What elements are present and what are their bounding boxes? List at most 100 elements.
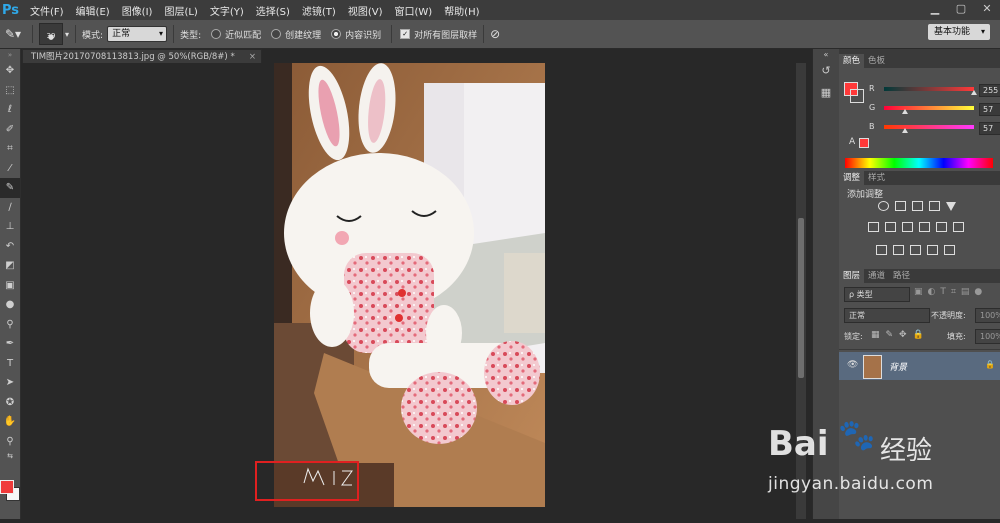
maximize-button[interactable]: ▢	[948, 0, 974, 20]
menu-image[interactable]: 图像(I)	[122, 3, 153, 18]
threshold-icon[interactable]	[910, 245, 921, 255]
menu-view[interactable]: 视图(V)	[348, 3, 383, 18]
b-slider-handle[interactable]	[902, 128, 908, 133]
minimize-button[interactable]: ▁	[922, 0, 948, 20]
photo-filter-icon[interactable]	[919, 222, 930, 232]
brush-tool-icon[interactable]: ∕	[0, 198, 20, 218]
eraser-tool-icon[interactable]: ◩	[0, 256, 20, 276]
toolbar-collapse-icon[interactable]: »	[0, 49, 20, 61]
tab-channels[interactable]: 通道	[864, 269, 889, 283]
channel-mixer-icon[interactable]	[936, 222, 947, 232]
properties-panel-icon[interactable]: ▦	[813, 81, 839, 103]
document-tab[interactable]: TIM图片20170708113813.jpg @ 50%(RGB/8#) * …	[22, 49, 262, 64]
invert-icon[interactable]	[876, 245, 887, 255]
spot-healing-brush-icon[interactable]: ✎▾	[0, 27, 26, 41]
levels-icon[interactable]	[895, 201, 906, 211]
hue-saturation-icon[interactable]	[868, 222, 879, 232]
pen-tool-icon[interactable]: ✒	[0, 334, 20, 354]
b-slider-track[interactable]	[884, 125, 974, 129]
g-value-field[interactable]: 57	[979, 103, 1000, 116]
panel-background-swatch[interactable]	[850, 89, 864, 103]
document-image[interactable]	[274, 63, 545, 507]
layer-filter-select[interactable]: ρ 类型	[844, 287, 910, 302]
b-value-field[interactable]: 57	[979, 122, 1000, 135]
zoom-tool-icon[interactable]: ⚲	[0, 432, 20, 452]
tab-adjustments[interactable]: 调整	[839, 171, 865, 185]
type-tool-icon[interactable]: T	[0, 354, 20, 374]
vibrance-icon[interactable]	[946, 202, 956, 211]
brightness-icon[interactable]	[878, 201, 889, 211]
layer-filter-icons[interactable]: ▣◐T⌗▤●	[914, 287, 987, 297]
menu-type[interactable]: 文字(Y)	[210, 3, 244, 18]
quick-select-tool-icon[interactable]: ✐	[0, 120, 20, 140]
dodge-tool-icon[interactable]: ⚲	[0, 315, 20, 335]
history-panel-icon[interactable]: ↺	[813, 59, 839, 81]
black-white-icon[interactable]	[902, 222, 913, 232]
red-highlight-box	[255, 461, 359, 501]
menu-help[interactable]: 帮助(H)	[444, 3, 479, 18]
blur-tool-icon[interactable]: ●	[0, 295, 20, 315]
fill-field[interactable]: 100%	[975, 329, 1000, 344]
gradient-tool-icon[interactable]: ▣	[0, 276, 20, 296]
g-slider-handle[interactable]	[902, 109, 908, 114]
layer-row[interactable]: 👁 背景 🔒	[839, 352, 1000, 380]
pressure-icon[interactable]: ⊘	[490, 27, 500, 41]
gradient-map-icon[interactable]	[944, 245, 955, 255]
brush-dropdown-arrow-icon[interactable]: ▾	[65, 30, 69, 39]
path-select-tool-icon[interactable]: ➤	[0, 373, 20, 393]
sample-all-layers-checkbox[interactable]: ✓	[400, 29, 411, 39]
menu-layer[interactable]: 图层(L)	[164, 3, 197, 18]
menu-edit[interactable]: 编辑(E)	[76, 3, 110, 18]
foreground-color-swatch[interactable]	[0, 480, 14, 494]
tab-styles[interactable]: 样式	[864, 171, 889, 185]
layer-name[interactable]: 背景	[889, 360, 907, 373]
r-value-field[interactable]: 255	[979, 84, 1000, 97]
exposure-icon[interactable]	[929, 201, 940, 211]
lasso-tool-icon[interactable]: ℓ	[0, 100, 20, 120]
color-balance-icon[interactable]	[885, 222, 896, 232]
spot-healing-tool-icon[interactable]: ✎	[0, 178, 20, 198]
tab-swatches[interactable]: 色板	[864, 54, 889, 68]
posterize-icon[interactable]	[893, 245, 904, 255]
color-lookup-icon[interactable]	[953, 222, 964, 232]
tab-paths[interactable]: 路径	[889, 269, 914, 283]
radio-proximity-match[interactable]	[211, 29, 222, 39]
blend-mode-select[interactable]: 正常	[844, 308, 930, 323]
color-ramp[interactable]	[845, 158, 993, 168]
scrollbar-thumb[interactable]	[798, 218, 804, 378]
g-slider-track[interactable]	[884, 106, 974, 110]
menu-file[interactable]: 文件(F)	[30, 3, 64, 18]
app-logo: Ps	[2, 2, 20, 18]
r-slider-track[interactable]	[884, 87, 974, 91]
swap-colors-icon[interactable]: ⇆	[0, 451, 20, 461]
menu-filter[interactable]: 滤镜(T)	[302, 3, 336, 18]
menu-select[interactable]: 选择(S)	[256, 3, 290, 18]
radio-content-aware[interactable]	[331, 29, 342, 39]
eyedropper-tool-icon[interactable]: ⁄	[0, 159, 20, 179]
crop-tool-icon[interactable]: ⌗	[0, 139, 20, 159]
opacity-field[interactable]: 100%	[975, 308, 1000, 323]
curves-icon[interactable]	[912, 201, 923, 211]
close-document-icon[interactable]: ×	[249, 50, 256, 64]
gamut-warning-swatch[interactable]	[859, 138, 869, 148]
mode-select[interactable]: 正常	[107, 26, 168, 42]
marquee-tool-icon[interactable]: ⬚	[0, 81, 20, 101]
radio-create-texture[interactable]	[271, 29, 282, 39]
r-slider-handle[interactable]	[971, 90, 977, 95]
menu-window[interactable]: 窗口(W)	[394, 3, 432, 18]
close-window-button[interactable]: ✕	[974, 0, 1000, 20]
lock-icons[interactable]: ▦✎✥🔒	[871, 330, 930, 340]
brush-preset-picker[interactable]: ● 39	[39, 23, 63, 45]
tab-color[interactable]: 颜色	[839, 54, 865, 68]
tab-layers[interactable]: 图层	[839, 269, 865, 283]
layer-visibility-eye-icon[interactable]: 👁	[847, 360, 858, 370]
clone-stamp-tool-icon[interactable]: ⊥	[0, 217, 20, 237]
workspace-select[interactable]: 基本功能	[927, 24, 990, 40]
layers-panel-tabs: 图层 通道 路径	[839, 269, 1000, 283]
move-tool-icon[interactable]: ✥	[0, 61, 20, 81]
history-brush-tool-icon[interactable]: ↶	[0, 237, 20, 257]
shape-tool-icon[interactable]: ✪	[0, 393, 20, 413]
hand-tool-icon[interactable]: ✋	[0, 412, 20, 432]
strip-collapse-icon[interactable]: «	[813, 49, 839, 59]
selective-color-icon[interactable]	[927, 245, 938, 255]
